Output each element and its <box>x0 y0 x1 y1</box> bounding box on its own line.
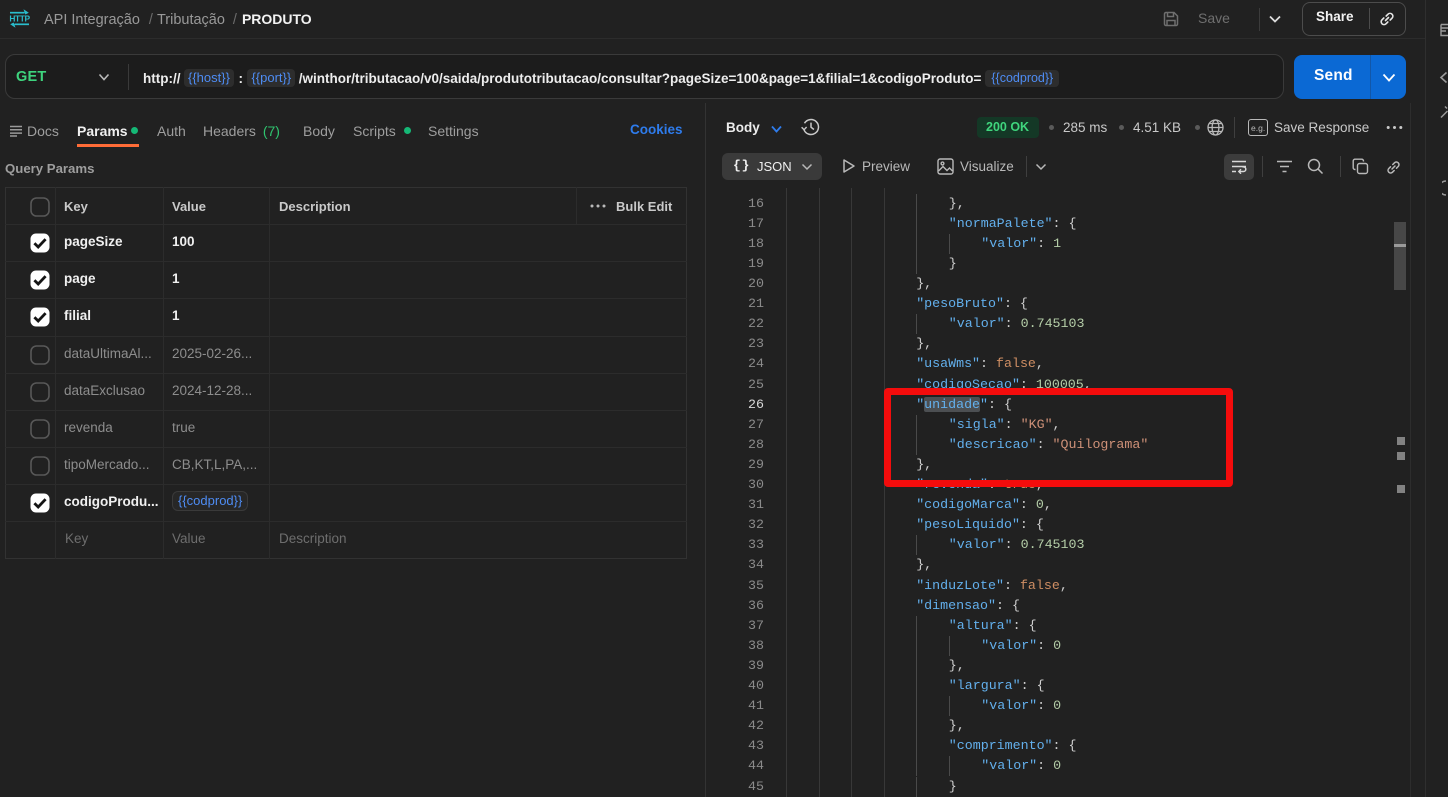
svg-text:HTTP: HTTP <box>9 14 30 24</box>
